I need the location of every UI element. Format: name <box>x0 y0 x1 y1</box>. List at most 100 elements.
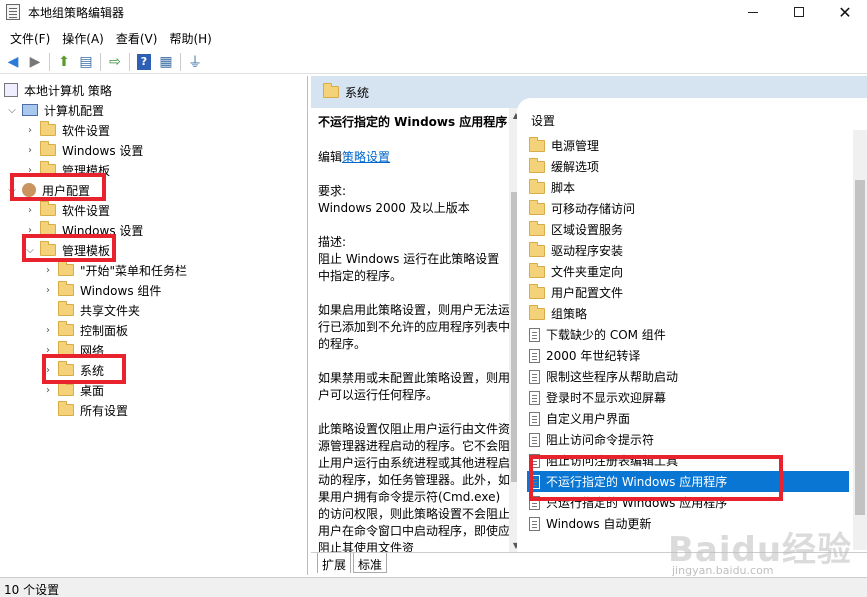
tree-item-label: "开始"菜单和任务栏 <box>80 263 188 278</box>
tree-item-uc-software[interactable]: › 软件设置 <box>24 200 110 220</box>
tree-item-all-settings[interactable]: 所有设置 <box>42 400 128 420</box>
tree-item-label: Windows 设置 <box>62 143 144 158</box>
folder-icon <box>529 241 545 257</box>
policy-setting-icon <box>529 390 540 405</box>
settings-folder-item[interactable]: 脚本 <box>527 177 849 198</box>
folder-icon <box>40 141 56 156</box>
back-arrow-icon: ◀ <box>7 53 19 70</box>
description-enabled-text: 如果启用此策略设置，则用户无法运行已添加到不允许的应用程序列表中的程序。 <box>318 303 511 351</box>
policy-setting-icon <box>529 411 540 426</box>
toolbar-separator <box>100 52 101 71</box>
status-bar: 10 个设置 <box>0 577 867 597</box>
window-title: 本地组策略编辑器 <box>28 6 125 20</box>
export-list-button[interactable]: ⇨ <box>104 51 126 73</box>
expand-chevron-icon[interactable]: › <box>42 384 54 396</box>
up-level-button[interactable]: ⬆ <box>53 51 75 73</box>
toolbar-separator <box>129 52 130 71</box>
description-disabled-text: 如果禁用或未配置此策略设置，则用户可以运行任何程序。 <box>318 371 511 402</box>
expand-chevron-icon[interactable]: › <box>24 204 36 216</box>
folder-icon <box>58 401 74 416</box>
settings-policy-item[interactable]: 登录时不显示欢迎屏幕 <box>527 387 849 408</box>
collapse-chevron-icon[interactable]: ⌵ <box>6 104 18 116</box>
settings-policy-item[interactable]: 自定义用户界面 <box>527 408 849 429</box>
tree-item-label: Windows 组件 <box>80 283 162 298</box>
settings-policy-item[interactable]: 2000 年世纪转译 <box>527 345 849 366</box>
folder-icon <box>529 136 545 152</box>
properties-button[interactable]: ▦ <box>155 51 177 73</box>
menu-file[interactable]: 文件(F) <box>4 28 56 48</box>
policy-setting-icon <box>529 432 540 447</box>
tree-item-label: 本地计算机 策略 <box>24 83 112 98</box>
settings-folder-item[interactable]: 用户配置文件 <box>527 282 849 303</box>
folder-icon <box>58 381 74 396</box>
expand-chevron-icon[interactable]: › <box>42 284 54 296</box>
help-button[interactable]: ? <box>133 51 155 73</box>
settings-item-label: 电源管理 <box>551 139 600 153</box>
folder-icon <box>58 281 74 296</box>
settings-item-label: 阻止访问命令提示符 <box>546 433 655 447</box>
tree-item-cc-software[interactable]: › 软件设置 <box>24 120 110 140</box>
expand-chevron-icon[interactable]: › <box>42 324 54 336</box>
settings-policy-item[interactable]: 限制这些程序从帮助启动 <box>527 366 849 387</box>
menu-action[interactable]: 操作(A) <box>56 28 110 48</box>
tree-item-label: 软件设置 <box>62 123 111 138</box>
settings-column-header[interactable]: 设置 <box>531 112 555 129</box>
up-folder-icon: ⬆ <box>58 53 70 70</box>
show-hide-tree-button[interactable]: ▤ <box>75 51 97 73</box>
settings-policy-item[interactable]: Windows 自动更新 <box>527 513 849 534</box>
folder-icon <box>529 178 545 194</box>
tree-item-cc-windows[interactable]: › Windows 设置 <box>24 140 143 160</box>
folder-icon <box>529 304 545 320</box>
settings-policy-item[interactable]: 阻止访问命令提示符 <box>527 429 849 450</box>
settings-item-label: 用户配置文件 <box>551 286 624 300</box>
folder-icon <box>529 199 545 215</box>
scrollbar-thumb[interactable] <box>855 180 865 515</box>
settings-folder-item[interactable]: 电源管理 <box>527 135 849 156</box>
filter-button[interactable]: ⏚ <box>184 51 206 73</box>
tree-item-start-menu[interactable]: › "开始"菜单和任务栏 <box>42 260 187 280</box>
title-bar: 本地组策略编辑器 ✕ <box>0 0 867 24</box>
expand-chevron-icon[interactable]: › <box>24 144 36 156</box>
settings-folder-item[interactable]: 缓解选项 <box>527 156 849 177</box>
folder-icon <box>529 283 545 299</box>
settings-scrollbar[interactable] <box>853 130 867 550</box>
tree-item-label: 所有设置 <box>80 403 129 418</box>
tree-item-label: 控制面板 <box>80 323 129 338</box>
description-title: 不运行指定的 Windows 应用程序 <box>318 115 508 129</box>
folder-icon <box>58 321 74 336</box>
maximize-button[interactable] <box>776 0 822 24</box>
tree-item-computer-config[interactable]: ⌵ 计算机配置 <box>6 100 104 120</box>
settings-folder-item[interactable]: 驱动程序安装 <box>527 240 849 261</box>
description-value: 阻止 Windows 运行在此策略设置中指定的程序。 <box>318 252 500 283</box>
filter-icon: ⏚ <box>188 54 202 71</box>
back-button[interactable]: ◀ <box>2 51 24 73</box>
expand-chevron-icon[interactable]: › <box>24 124 36 136</box>
minimize-button[interactable] <box>730 0 776 24</box>
expand-chevron-icon[interactable]: › <box>42 264 54 276</box>
settings-policy-item[interactable]: 下载缺少的 COM 组件 <box>527 324 849 345</box>
settings-folder-item[interactable]: 区域设置服务 <box>527 219 849 240</box>
settings-folder-item[interactable]: 组策略 <box>527 303 849 324</box>
settings-folder-item[interactable]: 可移动存储访问 <box>527 198 849 219</box>
tree-item-shared-folders[interactable]: 共享文件夹 <box>42 300 140 320</box>
help-icon: ? <box>137 53 151 70</box>
forward-button[interactable]: ▶ <box>24 51 46 73</box>
minimize-icon <box>748 11 758 13</box>
close-button[interactable]: ✕ <box>822 0 867 24</box>
tree-item-win-components[interactable]: › Windows 组件 <box>42 280 161 300</box>
settings-folder-item[interactable]: 文件夹重定向 <box>527 261 849 282</box>
settings-item-label: 自定义用户界面 <box>546 412 631 426</box>
tab-extended[interactable]: 扩展 <box>317 553 352 573</box>
tree-item-root[interactable]: 本地计算机 策略 <box>4 80 112 100</box>
policy-setting-icon <box>529 327 540 342</box>
tree-item-control-panel[interactable]: › 控制面板 <box>42 320 128 340</box>
folder-icon <box>323 83 339 98</box>
close-icon: ✕ <box>838 2 852 22</box>
menu-view[interactable]: 查看(V) <box>110 28 164 48</box>
menu-help[interactable]: 帮助(H) <box>163 28 217 48</box>
maximize-icon <box>794 7 804 17</box>
edit-policy-link[interactable]: 策略设置 <box>342 150 390 164</box>
tab-standard[interactable]: 标准 <box>353 553 388 573</box>
description-label: 描述: <box>318 235 347 249</box>
settings-item-label: 驱动程序安装 <box>551 244 624 258</box>
